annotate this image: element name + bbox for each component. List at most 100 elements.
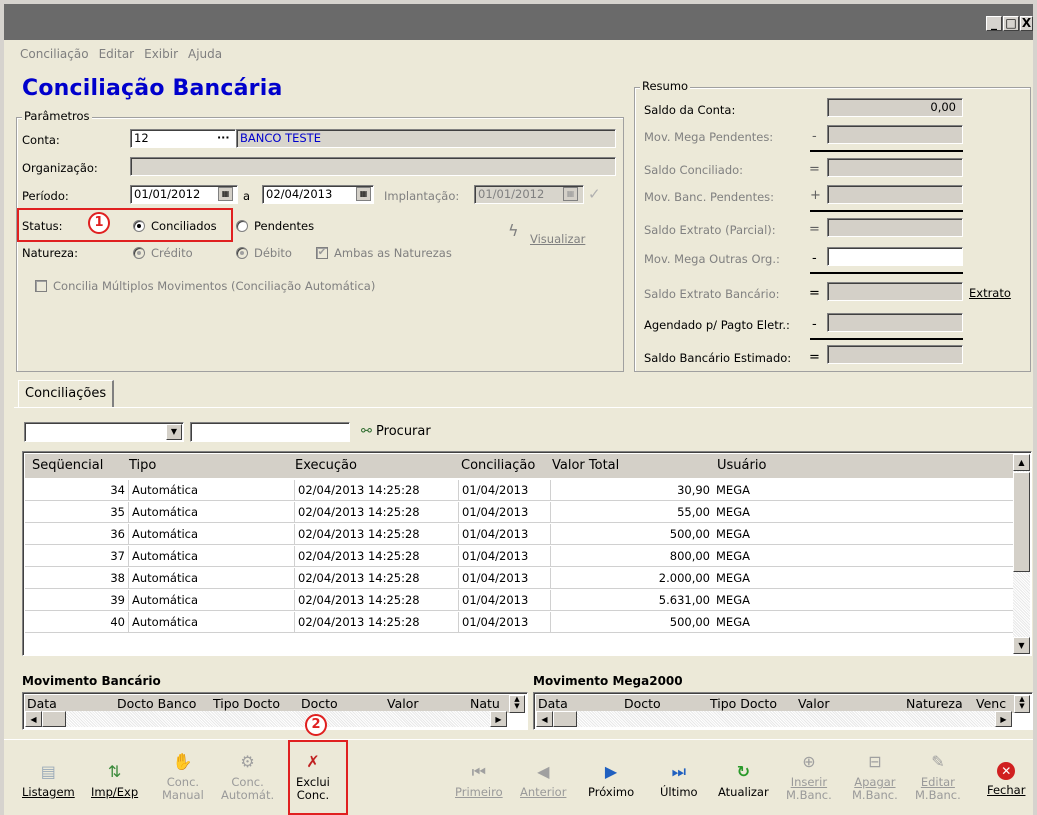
resumo-value-saldo-estimado bbox=[827, 345, 963, 364]
cell-tipo: Automática bbox=[129, 568, 295, 589]
col-header-valor-total[interactable]: Valor Total bbox=[552, 454, 619, 478]
status-pendentes-radio[interactable] bbox=[236, 220, 248, 232]
sum-divider bbox=[810, 210, 963, 212]
calendar-icon[interactable]: ▦ bbox=[218, 187, 233, 201]
scroll-down-icon[interactable]: ▼ bbox=[1013, 637, 1030, 654]
cell-valor: 500,00 bbox=[669, 615, 710, 629]
cell-usuario: MEGA bbox=[716, 615, 750, 629]
filter-field-select[interactable]: ▼ bbox=[24, 422, 184, 442]
editar-mbanc-button[interactable]: ✎ Editar M.Banc. bbox=[915, 752, 961, 802]
cell-usuario: MEGA bbox=[716, 549, 750, 563]
natureza-ambas-checkbox[interactable]: ✔ bbox=[316, 247, 328, 259]
mov-bancario-hscroll[interactable]: ◀ ▶ bbox=[25, 711, 507, 727]
chevron-down-icon[interactable]: ▼ bbox=[166, 424, 182, 440]
cell-tipo: Automática bbox=[129, 590, 295, 611]
scroll-thumb[interactable] bbox=[42, 711, 66, 727]
cell-conciliacao: 01/04/2013 bbox=[459, 590, 551, 611]
scroll-right-icon[interactable]: ▶ bbox=[995, 711, 1012, 727]
conc-manual-button[interactable]: ✋ Conc. Manual bbox=[162, 752, 204, 802]
table-row[interactable]: 36 Automática 02/04/2013 14:25:28 01/04/… bbox=[25, 524, 1013, 545]
resumo-op: = bbox=[809, 222, 820, 237]
table-row[interactable]: 39 Automática 02/04/2013 14:25:28 01/04/… bbox=[25, 590, 1013, 611]
col-header-usuario[interactable]: Usuário bbox=[717, 454, 766, 478]
calendar-icon[interactable]: ▦ bbox=[356, 187, 371, 201]
cell-usuario: MEGA bbox=[716, 483, 750, 497]
menu-editar[interactable]: Editar bbox=[99, 47, 135, 61]
resumo-value-mov-mega-pend bbox=[827, 125, 963, 144]
cell-conciliacao: 01/04/2013 bbox=[459, 502, 551, 523]
header-scroll-icon[interactable]: ▲ ▼ bbox=[509, 695, 525, 713]
highlight-status-box bbox=[17, 208, 233, 242]
ultimo-button[interactable]: ⏭ Último bbox=[660, 762, 698, 799]
resumo-op: - bbox=[812, 251, 817, 266]
col-header-conciliacao[interactable]: Conciliação bbox=[461, 454, 535, 478]
mov-bancario-grid[interactable]: Data Docto Banco Tipo Docto Docto Valor … bbox=[22, 692, 528, 730]
mov-mega-hscroll[interactable]: ◀ ▶ bbox=[536, 711, 1012, 727]
binoculars-icon: ⚯ bbox=[361, 424, 372, 439]
organizacao-input[interactable] bbox=[130, 157, 616, 176]
status-pendentes-label[interactable]: Pendentes bbox=[254, 219, 314, 233]
atualizar-button[interactable]: ↻ Atualizar bbox=[718, 762, 769, 799]
cell-valor: 800,00 bbox=[669, 549, 710, 563]
table-row[interactable]: 37 Automática 02/04/2013 14:25:28 01/04/… bbox=[25, 546, 1013, 567]
visualizar-button[interactable]: Visualizar bbox=[530, 232, 585, 246]
menu-ajuda[interactable]: Ajuda bbox=[188, 47, 222, 61]
mov-mega-grid[interactable]: Data Docto Tipo Docto Valor Natureza Ven… bbox=[533, 692, 1033, 730]
resumo-value-saldo-conciliado bbox=[827, 158, 963, 177]
header-scroll-icon[interactable]: ▲ ▼ bbox=[1014, 695, 1030, 713]
conta-lookup-button[interactable]: ··· bbox=[217, 131, 230, 144]
grid-vertical-scrollbar[interactable]: ▲ ▼ bbox=[1013, 454, 1030, 654]
conciliacoes-grid[interactable]: Seqüencial Tipo Execução Conciliação Val… bbox=[22, 451, 1032, 656]
listagem-button[interactable]: ▤ Listagem bbox=[22, 762, 75, 799]
proximo-button[interactable]: ▶ Próximo bbox=[588, 762, 634, 799]
resumo-label-saldo-extrato-bancario: Saldo Extrato Bancário: bbox=[644, 287, 780, 301]
inserir-mbanc-button[interactable]: ⊕ Inserir M.Banc. bbox=[786, 752, 832, 802]
cell-execucao: 02/04/2013 14:25:28 bbox=[295, 568, 459, 589]
cell-seq: 37 bbox=[25, 546, 129, 567]
scroll-up-icon[interactable]: ▲ bbox=[1013, 454, 1030, 471]
anterior-button[interactable]: ◀ Anterior bbox=[520, 762, 566, 799]
table-row[interactable]: 40 Automática 02/04/2013 14:25:28 01/04/… bbox=[25, 612, 1013, 633]
col-header-tipo[interactable]: Tipo bbox=[129, 454, 156, 478]
scroll-right-icon[interactable]: ▶ bbox=[490, 711, 507, 727]
organizacao-label: Organização: bbox=[22, 161, 98, 175]
extrato-button[interactable]: Extrato bbox=[969, 286, 1011, 300]
natureza-credito-radio[interactable] bbox=[133, 247, 145, 259]
mov-mega-title: Movimento Mega2000 bbox=[533, 674, 683, 688]
hand-icon: ✋ bbox=[172, 752, 193, 771]
maximize-button[interactable]: □ bbox=[1003, 16, 1019, 31]
filter-value-input[interactable] bbox=[190, 422, 350, 442]
close-window-button[interactable]: X bbox=[1020, 16, 1033, 31]
periodo-label: Período: bbox=[22, 189, 69, 203]
table-row[interactable]: 35 Automática 02/04/2013 14:25:28 01/04/… bbox=[25, 502, 1013, 523]
impexp-button[interactable]: ⇅ Imp/Exp bbox=[91, 762, 138, 799]
scroll-left-icon[interactable]: ◀ bbox=[536, 711, 553, 727]
table-row[interactable]: 38 Automática 02/04/2013 14:25:28 01/04/… bbox=[25, 568, 1013, 589]
concilia-multiplos-checkbox[interactable] bbox=[35, 280, 47, 292]
cell-execucao: 02/04/2013 14:25:28 bbox=[295, 480, 459, 501]
fechar-button[interactable]: ✕ Fechar bbox=[987, 762, 1025, 797]
cell-usuario: MEGA bbox=[716, 505, 750, 519]
apagar-mbanc-button[interactable]: ⊟ Apagar M.Banc. bbox=[852, 752, 898, 802]
menu-conciliacao[interactable]: Conciliação bbox=[20, 47, 89, 61]
table-row[interactable]: 34 Automática 02/04/2013 14:25:28 01/04/… bbox=[25, 480, 1013, 501]
scroll-thumb[interactable] bbox=[1013, 472, 1030, 572]
minimize-button[interactable]: _ bbox=[986, 16, 1002, 31]
procurar-button[interactable]: ⚯ Procurar bbox=[361, 424, 431, 439]
primeiro-button[interactable]: ⏮ Primeiro bbox=[455, 762, 503, 799]
cell-conciliacao: 01/04/2013 bbox=[459, 612, 551, 633]
scroll-left-icon[interactable]: ◀ bbox=[25, 711, 42, 727]
cell-seq: 34 bbox=[25, 480, 129, 501]
menu-exibir[interactable]: Exibir bbox=[144, 47, 178, 61]
col-header-execucao[interactable]: Execução bbox=[295, 454, 357, 478]
natureza-debito-radio[interactable] bbox=[236, 247, 248, 259]
gear-icon: ⚙ bbox=[240, 752, 255, 771]
scroll-thumb[interactable] bbox=[553, 711, 577, 727]
erase-document-icon: ⊟ bbox=[868, 752, 882, 771]
cell-tipo: Automática bbox=[129, 612, 295, 633]
tab-conciliacoes[interactable]: Conciliações bbox=[18, 380, 115, 408]
col-header-sequencial[interactable]: Seqüencial bbox=[32, 454, 103, 478]
cell-conciliacao: 01/04/2013 bbox=[459, 480, 551, 501]
conc-automatica-button[interactable]: ⚙ Conc. Automát. bbox=[221, 752, 274, 802]
cell-tipo: Automática bbox=[129, 480, 295, 501]
